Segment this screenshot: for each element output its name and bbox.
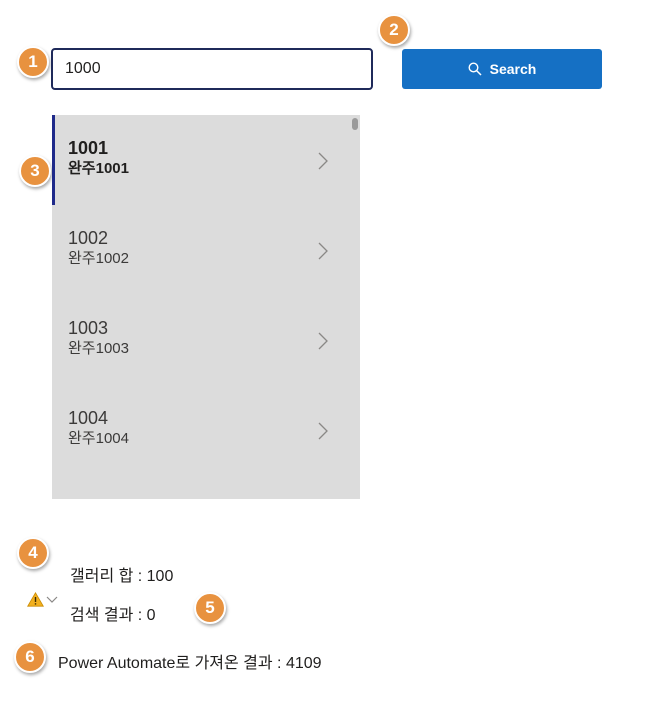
result-gallery[interactable]: 1001 완주1001 1002 완주1002 1003 완주1003 1004…	[52, 115, 360, 499]
callout-badge-4: 4	[17, 537, 49, 569]
search-result-label: 검색 결과 : 0	[70, 607, 156, 624]
gallery-item[interactable]: 1001 완주1001	[52, 115, 360, 205]
gallery-sum-label: 갤러리 합 : 100	[70, 568, 174, 585]
callout-badge-6: 6	[14, 641, 46, 673]
callout-badge-5: 5	[194, 592, 226, 624]
search-button[interactable]: Search	[402, 49, 602, 89]
gallery-scrollbar[interactable]	[352, 118, 358, 130]
gallery-item-title: 1001	[68, 138, 109, 158]
warning-icon[interactable]	[27, 592, 44, 607]
callout-badge-2: 2	[378, 14, 410, 46]
chevron-right-icon[interactable]	[318, 332, 328, 350]
gallery-item[interactable]: 1003 완주1003	[52, 295, 360, 385]
gallery-item-subtitle: 완주1002	[68, 250, 129, 267]
gallery-item-title: 1003	[68, 318, 109, 338]
power-automate-result-label: Power Automate로 가져온 결과 : 4109	[58, 655, 322, 672]
chevron-right-icon[interactable]	[318, 422, 328, 440]
chevron-down-icon[interactable]	[46, 596, 58, 604]
gallery-item-title: 1004	[68, 408, 109, 428]
gallery-item[interactable]: 1004 완주1004	[52, 385, 360, 475]
chevron-right-icon[interactable]	[318, 152, 328, 170]
chevron-right-icon[interactable]	[318, 242, 328, 260]
gallery-item-title: 1002	[68, 228, 109, 248]
gallery-item[interactable]: 1002 완주1002	[52, 205, 360, 295]
callout-badge-3: 3	[19, 155, 51, 187]
gallery-item-subtitle: 완주1003	[68, 340, 129, 357]
callout-badge-1: 1	[17, 46, 49, 78]
search-icon	[468, 62, 482, 76]
gallery-item-subtitle: 완주1004	[68, 430, 129, 447]
gallery-item-subtitle: 완주1001	[68, 160, 129, 177]
search-input[interactable]	[51, 48, 373, 90]
search-button-label: Search	[489, 61, 537, 77]
